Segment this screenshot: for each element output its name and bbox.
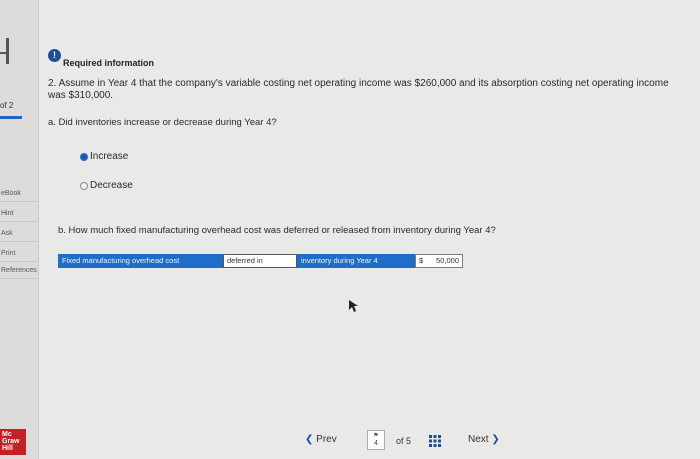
sidebar-link-ebook[interactable]: eBook xyxy=(0,185,37,202)
sidebar-link-references[interactable]: References xyxy=(0,262,37,279)
amount-field[interactable]: $ 50,000 xyxy=(415,254,463,268)
required-info-title: Required information xyxy=(63,58,155,68)
answer-row: Fixed manufacturing overhead cost deferr… xyxy=(58,254,463,268)
page-marker-icon xyxy=(0,38,10,64)
chevron-left-icon: ❮ xyxy=(305,434,314,445)
left-sidebar: of 2 eBook Hint Ask Print References Mc … xyxy=(0,0,39,459)
prev-button[interactable]: ❮ Prev xyxy=(305,434,337,445)
option-label: Increase xyxy=(90,151,129,162)
chevron-right-icon: ❯ xyxy=(491,434,500,445)
info-icon: ! xyxy=(48,49,61,62)
page-total: of 5 xyxy=(396,436,412,446)
next-button[interactable]: Next ❯ xyxy=(468,434,500,445)
sidebar-link-hint[interactable]: Hint xyxy=(0,205,37,222)
amount-value: 50,000 xyxy=(436,256,459,265)
sidebar-link-ask[interactable]: Ask xyxy=(0,225,37,242)
radio-selected-icon[interactable] xyxy=(80,152,88,161)
question-text: 2. Assume in Year 4 that the company's v… xyxy=(48,78,669,101)
currency-symbol: $ xyxy=(419,256,424,265)
progress-bar xyxy=(0,116,22,119)
page-number-box[interactable]: ⚑ 4 xyxy=(367,430,385,450)
progress-label: of 2 xyxy=(0,101,14,110)
part-b-question: b. How much fixed manufacturing overhead… xyxy=(58,225,496,236)
option-label: Decrease xyxy=(90,180,133,191)
grid-view-icon[interactable] xyxy=(429,435,441,447)
answer-label-2: inventory during Year 4 xyxy=(297,254,415,268)
navigation-footer: ❮ Prev ⚑ 4 of 5 Next ❯ xyxy=(0,430,700,454)
deferred-released-select[interactable]: deferred in xyxy=(223,254,297,268)
mouse-cursor-icon xyxy=(349,300,358,312)
page-number: 4 xyxy=(374,440,378,447)
option-increase[interactable]: Increase xyxy=(80,151,128,162)
answer-label-1: Fixed manufacturing overhead cost xyxy=(58,254,223,268)
part-a-question: a. Did inventories increase or decrease … xyxy=(48,117,277,128)
option-decrease[interactable]: Decrease xyxy=(80,180,133,191)
radio-unselected-icon[interactable] xyxy=(80,181,88,190)
sidebar-link-print[interactable]: Print xyxy=(0,245,37,262)
page-flag-icon: ⚑ xyxy=(373,433,379,439)
